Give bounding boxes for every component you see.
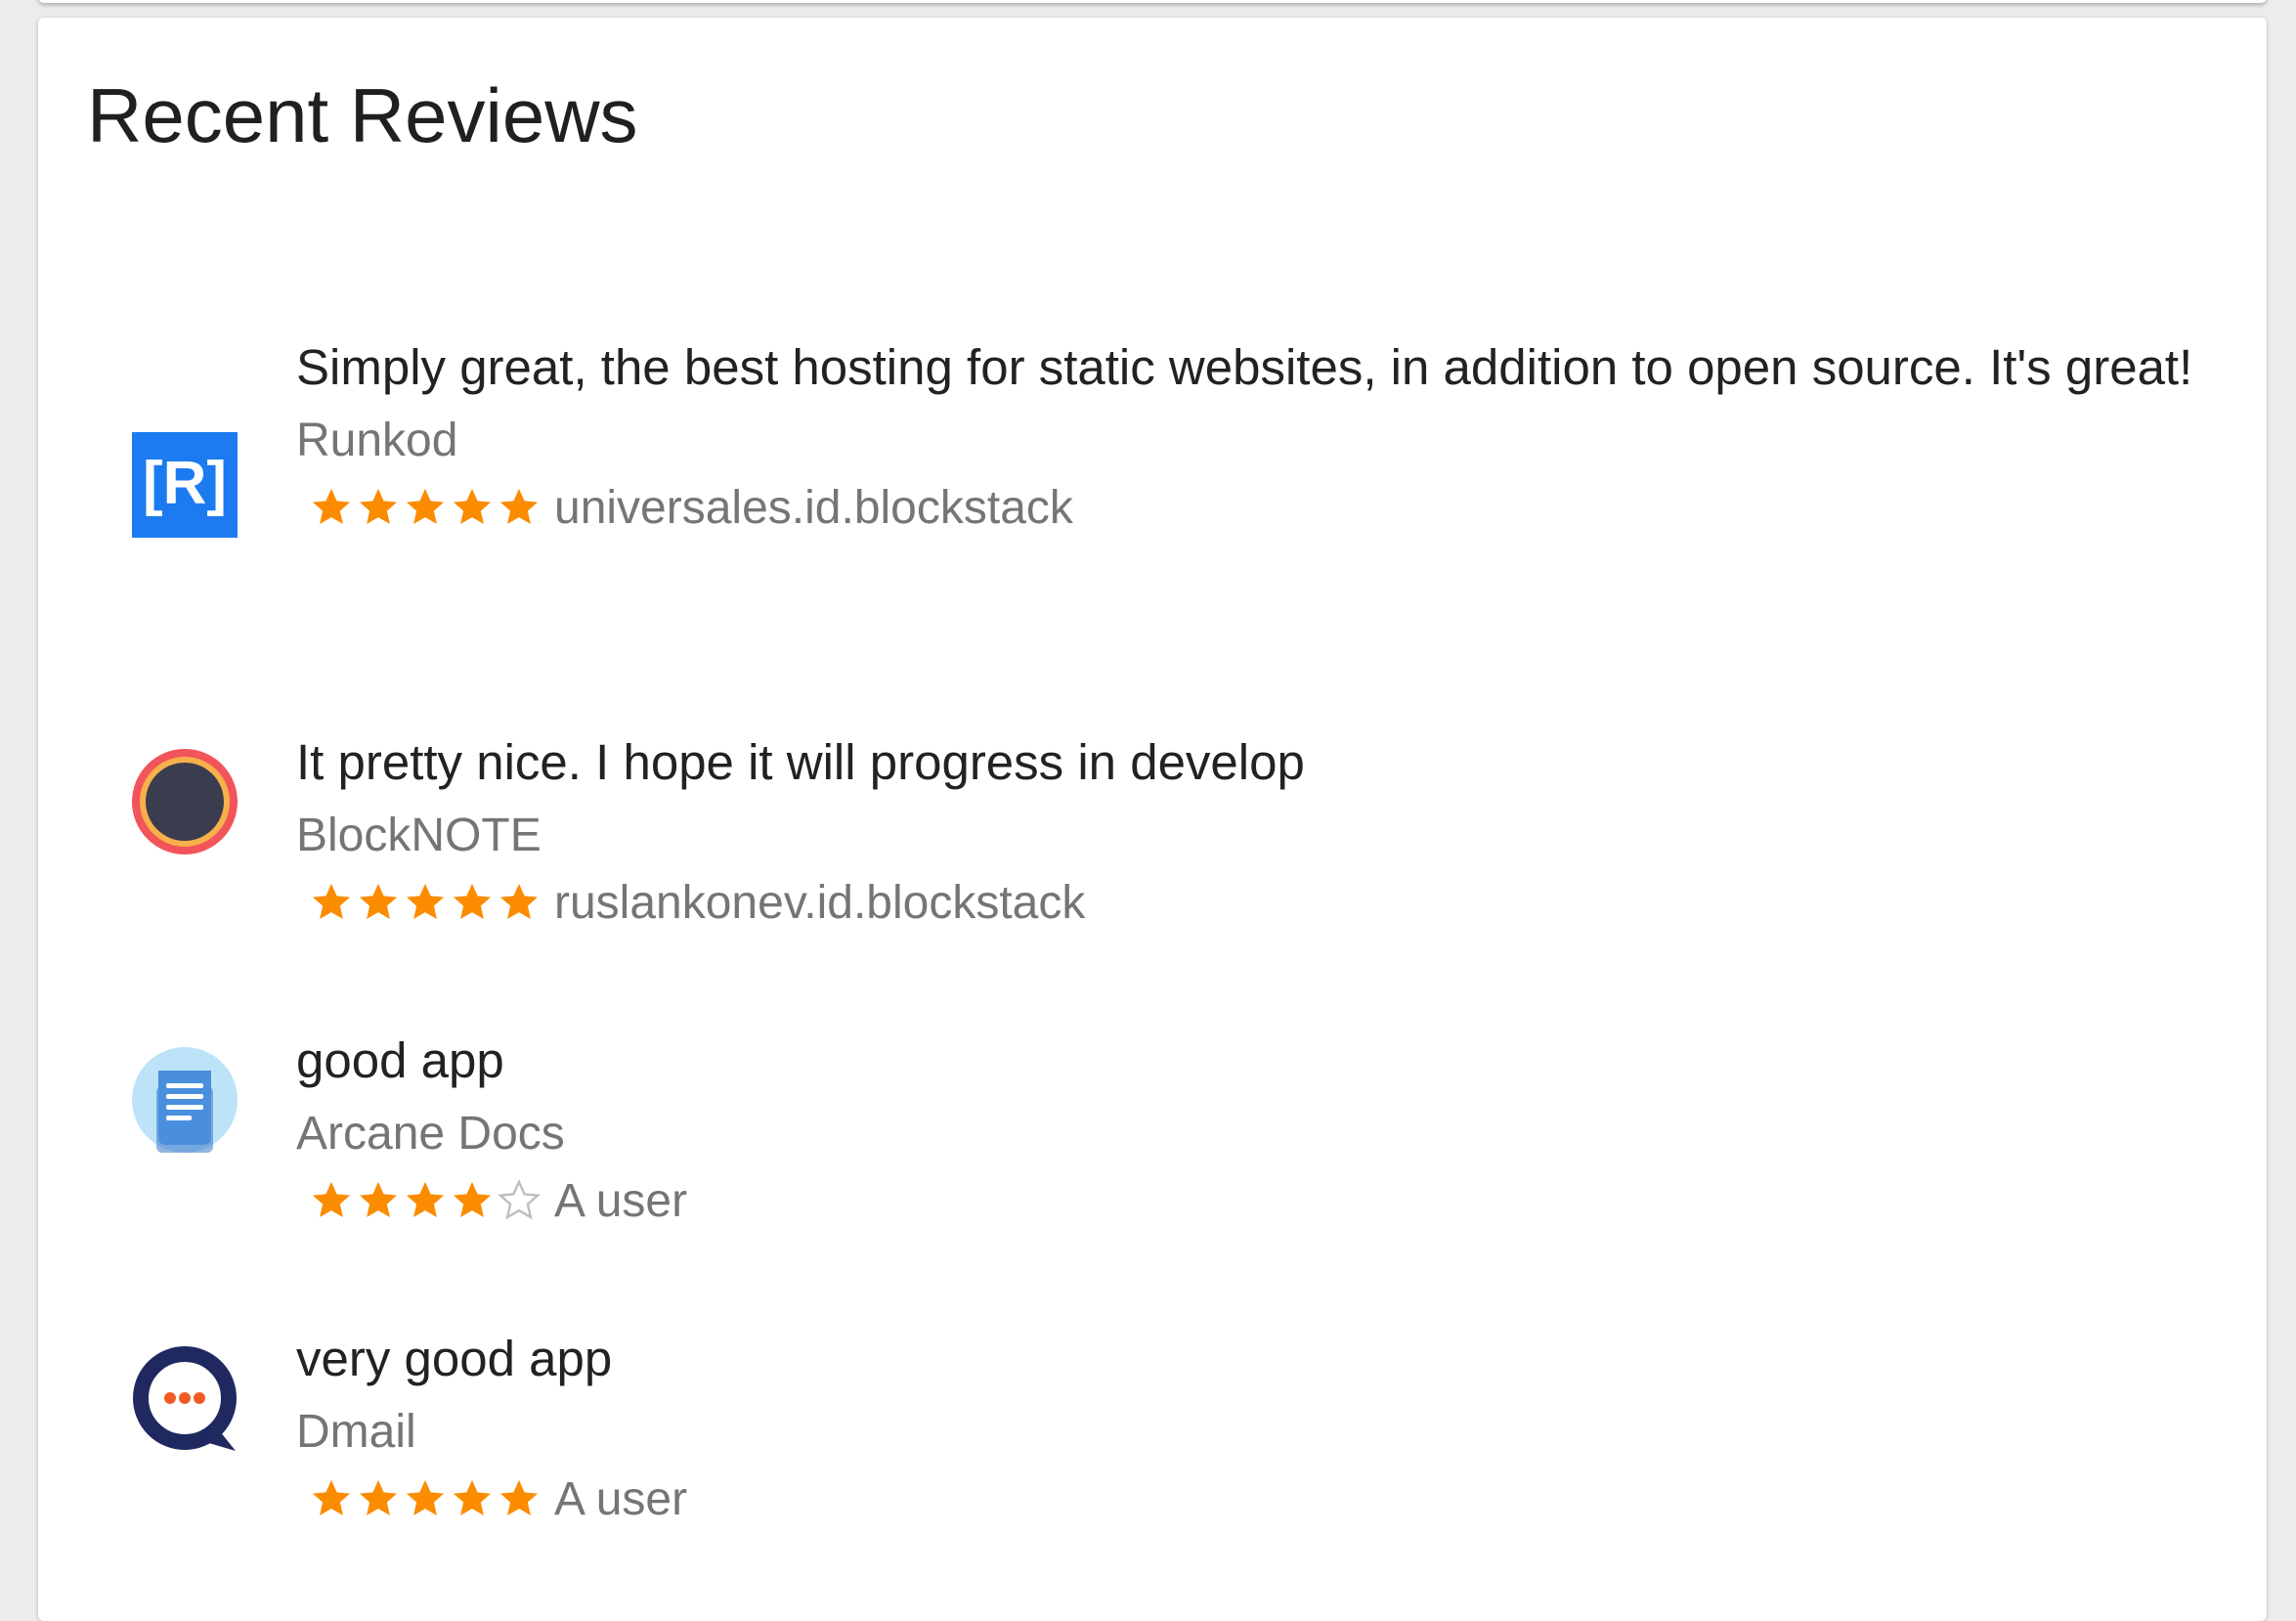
previous-card <box>38 0 2267 3</box>
review-content: Simply great, the best hosting for stati… <box>296 329 2231 542</box>
star-filled-icon <box>453 1181 492 1218</box>
reviewer-name: A user <box>554 1174 688 1227</box>
star-rating <box>310 1477 544 1520</box>
review-meta: A user <box>296 1166 2231 1235</box>
star-filled-icon <box>406 1479 445 1516</box>
reviewer-name: A user <box>554 1472 688 1525</box>
star-filled-icon <box>312 488 351 525</box>
review-comment: Simply great, the best hosting for stati… <box>296 339 2193 395</box>
star-filled-icon <box>406 488 445 525</box>
reviewer-name: ruslankonev.id.blockstack <box>554 876 1086 929</box>
review-app-name[interactable]: Dmail <box>296 1400 2231 1465</box>
star-filled-icon <box>359 1479 398 1516</box>
star-filled-icon <box>453 1479 492 1516</box>
star-rating <box>310 1179 544 1222</box>
star-filled-icon <box>406 883 445 920</box>
review-meta: universales.id.blockstack <box>296 473 2231 542</box>
review-meta: A user <box>296 1465 2231 1533</box>
review-content: It pretty nice. I hope it will progress … <box>296 723 2231 937</box>
review-comment: It pretty nice. I hope it will progress … <box>296 734 1305 790</box>
review-content: good app Arcane Docs A user <box>296 1022 2231 1235</box>
dmail-logo-icon <box>132 1345 238 1451</box>
star-filled-icon <box>453 883 492 920</box>
star-filled-icon <box>359 488 398 525</box>
review-comment: good app <box>296 1032 504 1088</box>
recent-reviews-card: Recent Reviews [R] Simply great, the bes… <box>38 18 2267 1621</box>
section-title: Recent Reviews <box>87 72 638 158</box>
star-filled-icon <box>312 1479 351 1516</box>
review-content: very good app Dmail A user <box>296 1320 2231 1533</box>
runkod-logo-icon: [R] <box>132 432 238 538</box>
star-filled-icon <box>453 488 492 525</box>
star-rating <box>310 881 544 924</box>
reviewer-name: universales.id.blockstack <box>554 481 1073 534</box>
star-filled-icon <box>499 883 539 920</box>
star-empty-icon <box>498 1179 541 1220</box>
star-rating <box>310 486 544 529</box>
star-filled-icon <box>406 1181 445 1218</box>
star-filled-icon <box>359 883 398 920</box>
star-filled-icon <box>359 1181 398 1218</box>
review-app-name[interactable]: Runkod <box>296 409 2231 473</box>
review-app-name[interactable]: BlockNOTE <box>296 804 2231 868</box>
star-filled-icon <box>499 1479 539 1516</box>
review-app-name[interactable]: Arcane Docs <box>296 1102 2231 1166</box>
review-comment: very good app <box>296 1331 613 1386</box>
blocknote-logo-icon <box>132 749 238 854</box>
star-filled-icon <box>499 488 539 525</box>
star-filled-icon <box>312 883 351 920</box>
arcane-docs-logo-icon <box>132 1047 238 1153</box>
review-meta: ruslankonev.id.blockstack <box>296 868 2231 937</box>
star-filled-icon <box>312 1181 351 1218</box>
runkod-logo-text: [R] <box>143 450 227 517</box>
